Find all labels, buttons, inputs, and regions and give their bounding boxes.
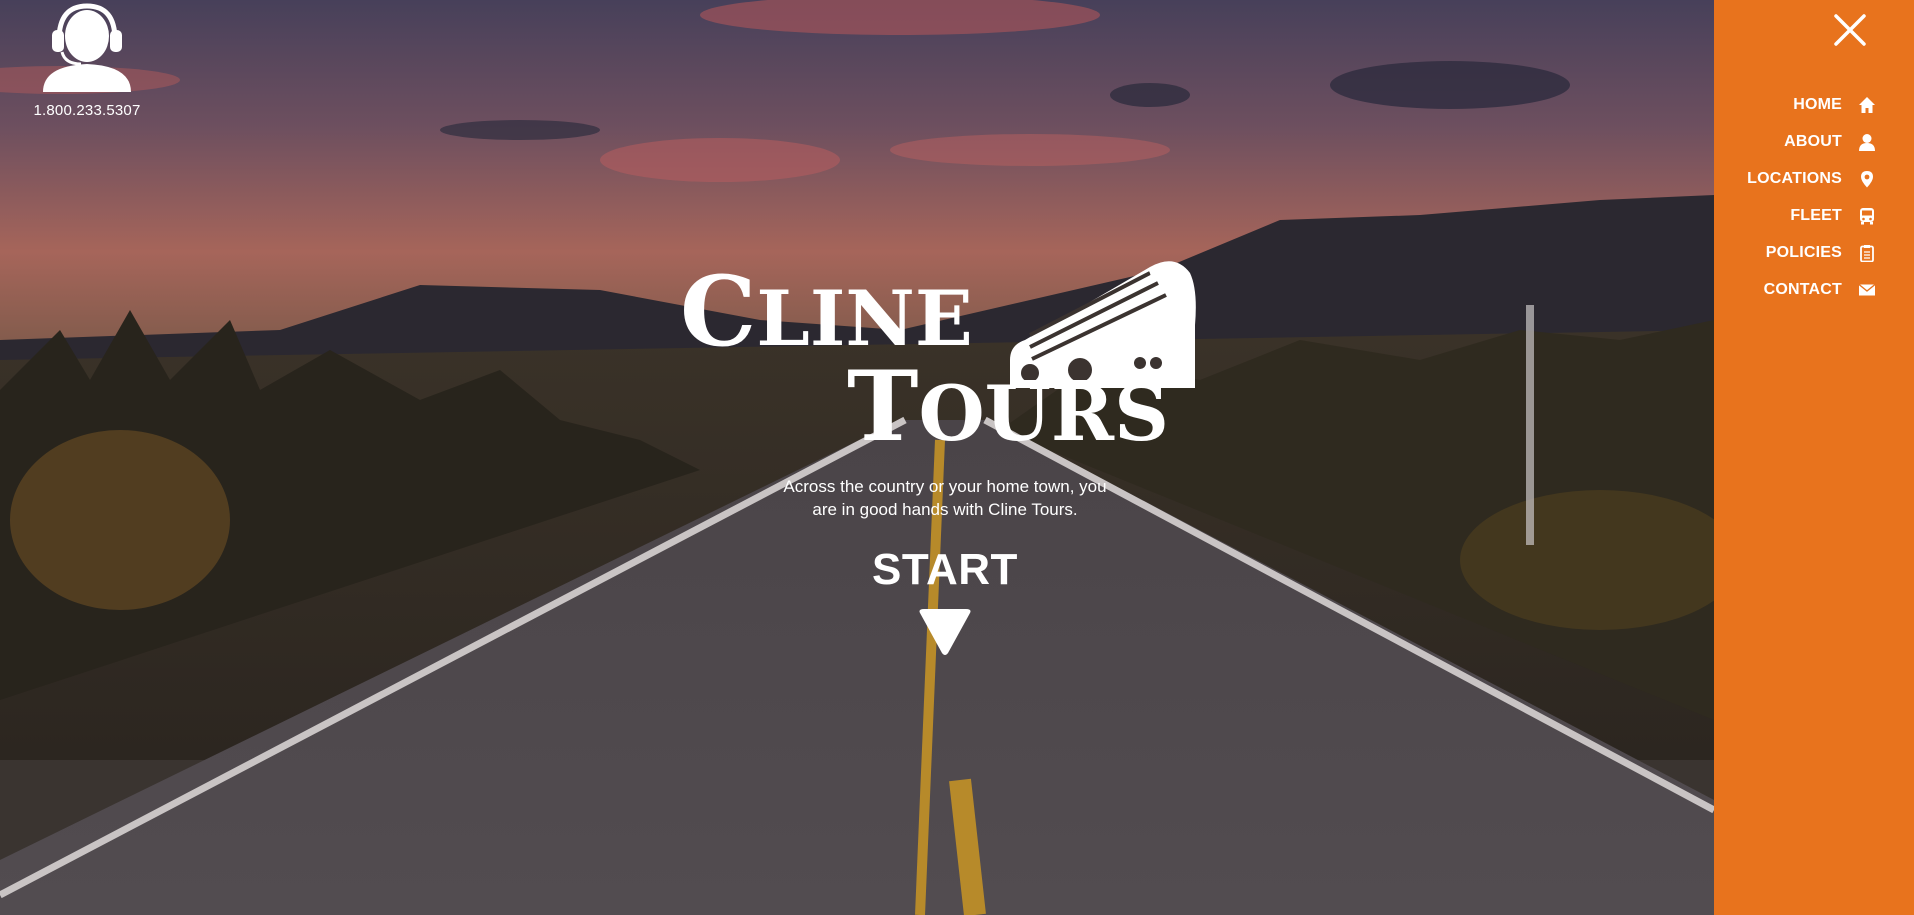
- side-navigation: HOME ABOUT LOCATIONS FLEET POLICIES CONT…: [1714, 0, 1914, 915]
- tour-bus-icon: [1010, 261, 1196, 388]
- hero-tagline: Across the country or your home town, yo…: [783, 477, 1107, 519]
- nav-item-policies[interactable]: POLICIES: [1747, 234, 1876, 271]
- home-icon: [1859, 96, 1875, 113]
- headset-agent-icon: [43, 3, 131, 92]
- support-phone-block[interactable]: 1.800.233.5307: [26, 0, 148, 119]
- nav-item-locations[interactable]: LOCATIONS: [1747, 160, 1876, 197]
- start-label[interactable]: START: [840, 545, 1050, 595]
- bus-icon: [1860, 207, 1874, 224]
- cline-tours-logo[interactable]: CLINE TOURS: [680, 255, 1200, 470]
- map-pin-icon: [1861, 170, 1873, 187]
- nav-menu: HOME ABOUT LOCATIONS FLEET POLICIES CONT…: [1747, 86, 1876, 308]
- nav-item-home[interactable]: HOME: [1747, 86, 1876, 123]
- envelope-icon: [1858, 283, 1876, 295]
- nav-item-label[interactable]: HOME: [1793, 96, 1842, 114]
- nav-item-about[interactable]: ABOUT: [1747, 123, 1876, 160]
- nav-item-label[interactable]: FLEET: [1790, 207, 1842, 225]
- nav-item-label[interactable]: POLICIES: [1766, 244, 1842, 262]
- nav-item-contact[interactable]: CONTACT: [1747, 271, 1876, 308]
- phone-number[interactable]: 1.800.233.5307: [26, 102, 148, 119]
- arrow-down-icon[interactable]: [918, 609, 972, 657]
- nav-item-fleet[interactable]: FLEET: [1747, 197, 1876, 234]
- start-button[interactable]: START: [840, 545, 1050, 657]
- nav-item-label[interactable]: LOCATIONS: [1747, 170, 1842, 188]
- clipboard-icon: [1860, 244, 1874, 262]
- close-icon[interactable]: [1830, 10, 1870, 50]
- nav-item-label[interactable]: CONTACT: [1764, 281, 1842, 299]
- nav-item-label[interactable]: ABOUT: [1784, 133, 1842, 151]
- user-icon: [1859, 133, 1875, 151]
